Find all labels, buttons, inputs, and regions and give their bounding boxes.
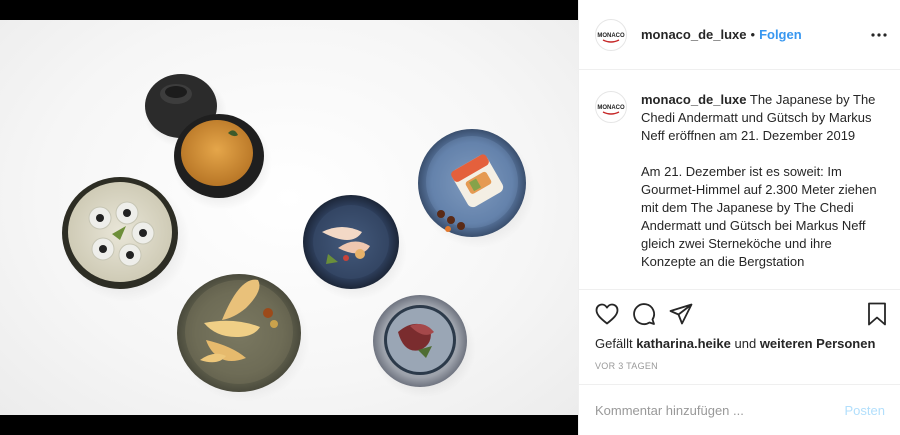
food-photo-illustration — [62, 74, 535, 402]
beef-bowl — [372, 295, 476, 398]
miso-soup-bowl — [172, 114, 272, 210]
caption-text: monaco_de_luxe The Japanese by The Chedi… — [641, 91, 881, 289]
avatar[interactable]: MONACO — [595, 18, 627, 51]
post-header: MONACO monaco_de_luxe • Folgen — [579, 0, 900, 70]
caption-username[interactable]: monaco_de_luxe — [641, 92, 747, 107]
comment-bar: Posten — [579, 384, 900, 435]
comment-input[interactable] — [595, 402, 845, 418]
post-caption: MONACO monaco_de_luxe The Japanese by Th… — [579, 71, 900, 289]
post-photo-frame — [0, 0, 578, 435]
likes-summary: Gefällt katharina.heike und weiteren Per… — [595, 336, 875, 351]
svg-text:MONACO: MONACO — [597, 33, 625, 39]
more-horizontal-icon — [871, 33, 887, 37]
post-panel: MONACO monaco_de_luxe • Folgen MONACO mo… — [578, 0, 900, 435]
header-separator: • — [750, 27, 756, 42]
radish-caviar-plate — [62, 177, 190, 302]
post-comment-button[interactable]: Posten — [845, 403, 885, 418]
post-actions-area: Gefällt katharina.heike und weiteren Per… — [579, 289, 900, 384]
follow-button[interactable]: Folgen — [759, 27, 802, 42]
bookmark-icon — [868, 302, 886, 326]
caption-title: monaco_de_luxe The Japanese by The Chedi… — [641, 91, 881, 145]
likes-user[interactable]: katharina.heike — [636, 336, 731, 351]
share-button[interactable] — [667, 300, 695, 328]
comment-icon — [633, 303, 655, 325]
monaco-logo-icon: MONACO — [597, 21, 625, 48]
heart-icon — [595, 303, 619, 325]
sashimi-plate — [303, 195, 407, 300]
monaco-logo-icon: MONACO — [597, 94, 625, 120]
comment-button[interactable] — [630, 300, 658, 328]
caption-avatar[interactable]: MONACO — [595, 91, 627, 123]
post-photo[interactable] — [0, 20, 578, 415]
likes-others[interactable]: weiteren Personen — [760, 336, 876, 351]
action-bar — [593, 300, 889, 328]
share-icon — [669, 303, 693, 325]
more-options-button[interactable] — [869, 25, 889, 45]
post-author-username[interactable]: monaco_de_luxe — [641, 27, 747, 42]
caption-body-text: Am 21. Dezember ist es soweit: Im Gourme… — [641, 164, 877, 269]
likes-middle: und — [734, 336, 757, 351]
like-button[interactable] — [593, 300, 621, 328]
svg-text:MONACO: MONACO — [597, 105, 625, 111]
tempura-plate — [177, 274, 310, 402]
save-button[interactable] — [863, 300, 891, 328]
post-timestamp[interactable]: VOR 3 TAGEN — [595, 361, 658, 371]
sushi-roll-plate — [418, 129, 535, 248]
likes-prefix: Gefällt — [595, 336, 633, 351]
